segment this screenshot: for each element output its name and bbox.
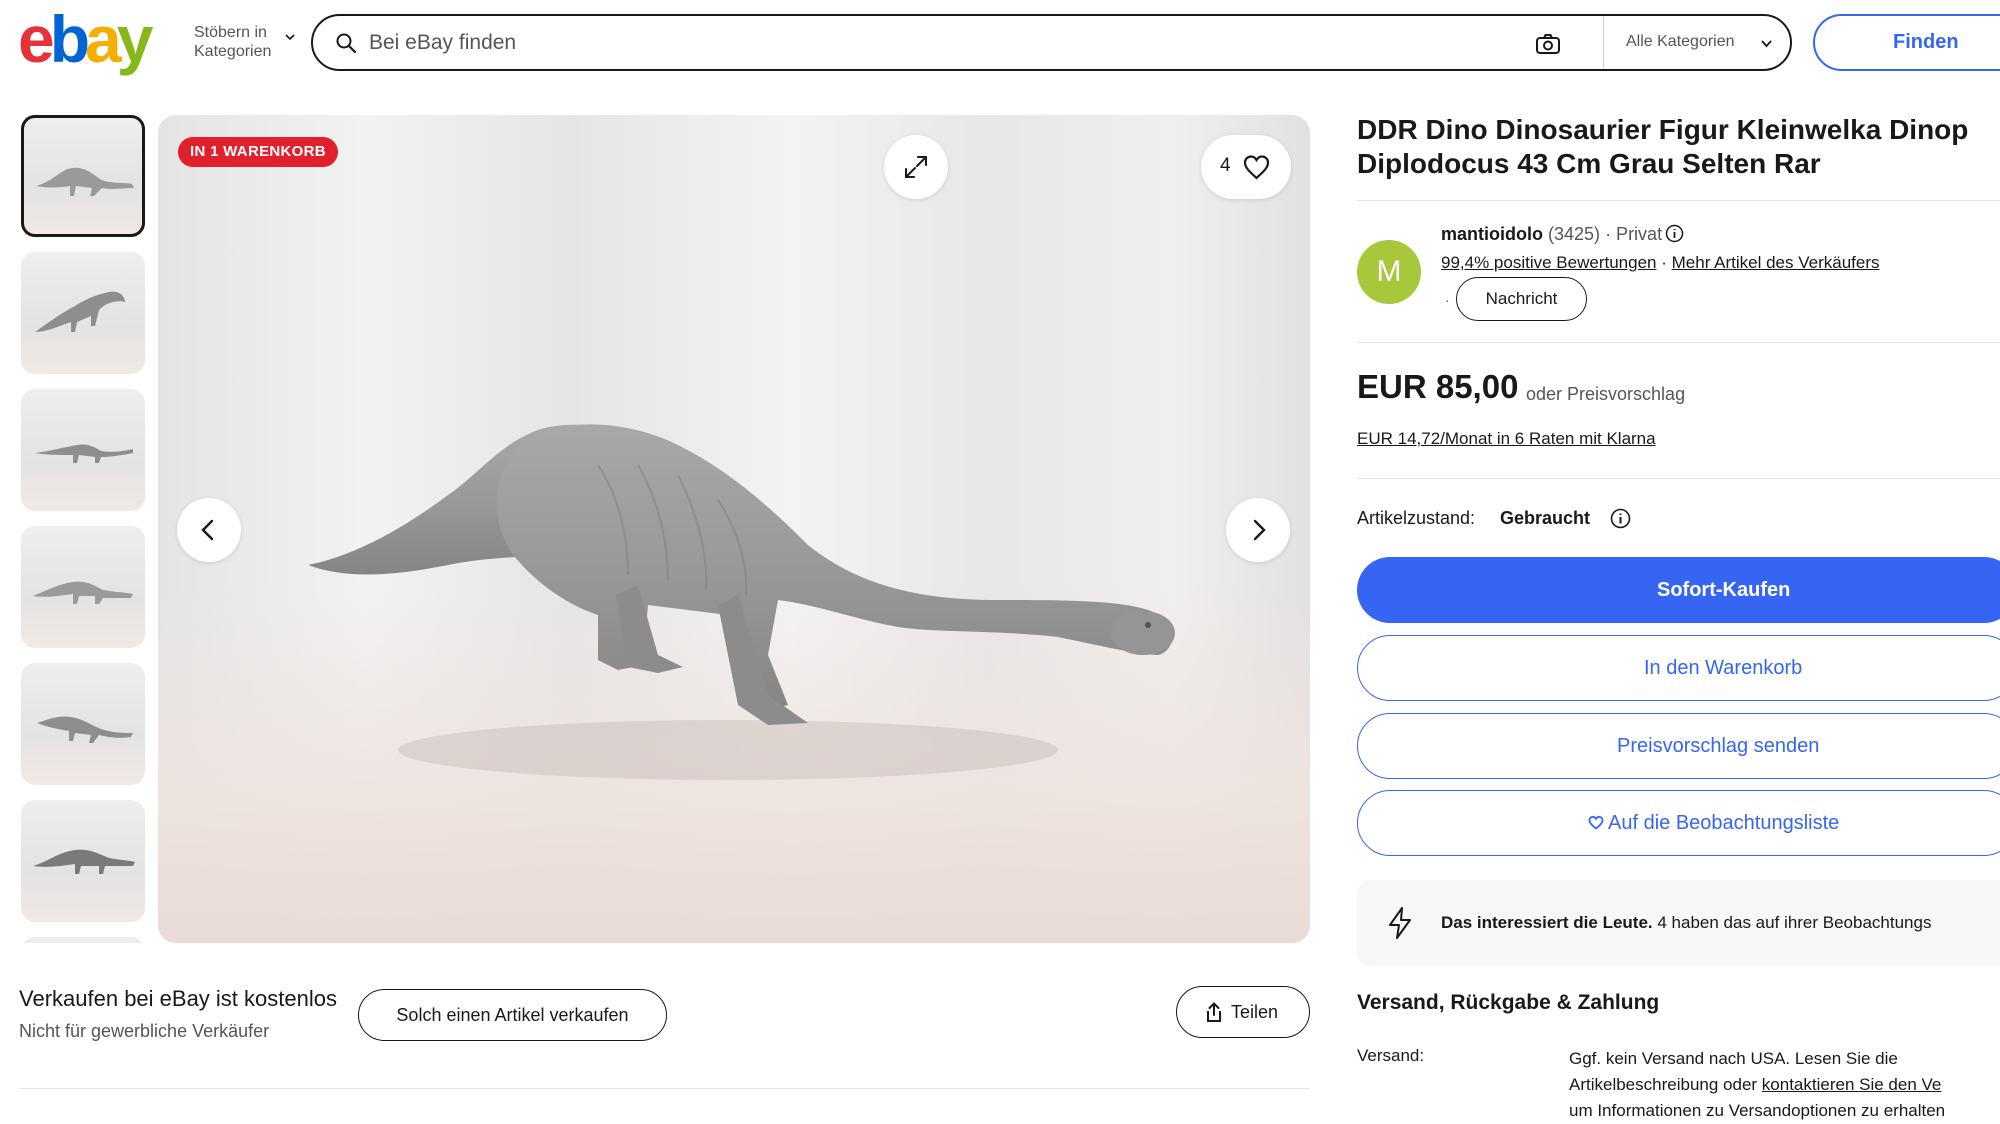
info-icon[interactable] <box>1665 224 1684 243</box>
contact-seller-link[interactable]: kontaktieren Sie den Ve <box>1762 1075 1942 1094</box>
sell-promo-subtitle: Nicht für gewerbliche Verkäufer <box>19 1021 270 1041</box>
share-button[interactable]: Teilen <box>1176 986 1310 1038</box>
add-to-watchlist-button[interactable]: Auf die Beobachtungsliste <box>1357 790 2000 856</box>
logo-letter-a: a <box>85 2 122 76</box>
camera-icon[interactable] <box>1535 32 1561 56</box>
info-icon[interactable] <box>1610 508 1631 529</box>
main-product-image[interactable]: IN 1 WARENKORB 4 <box>158 115 1310 943</box>
listing-title: DDR Dino Dinosaurier Figur Kleinwelka Di… <box>1357 113 2000 181</box>
find-button[interactable]: Finden <box>1813 14 2000 71</box>
shipping-line1: Ggf. kein Versand nach USA. Lesen Sie di… <box>1569 1049 1898 1068</box>
message-separator: · <box>1445 292 1450 308</box>
interest-detail: 4 haben das auf ihrer Beobachtungs <box>1657 913 1932 932</box>
bolt-icon <box>1389 907 1411 939</box>
divider <box>19 1088 1310 1089</box>
seller-name-link[interactable]: mantioidolo <box>1441 224 1543 244</box>
category-select-label: Alle Kategorien <box>1626 33 1735 50</box>
shipping-line2-text: Artikelbeschreibung oder <box>1569 1075 1758 1094</box>
interest-bold: Das interessiert die Leute. <box>1441 913 1653 932</box>
seller-avatar[interactable]: M <box>1357 240 1421 304</box>
make-offer-button[interactable]: Preisvorschlag senden <box>1357 713 2000 779</box>
interest-banner: Das interessiert die Leute. 4 haben das … <box>1357 880 2000 966</box>
divider <box>1357 200 2000 201</box>
seller-links: 99,4% positive Bewertungen · Mehr Artike… <box>1441 253 1880 273</box>
thumbnail-strip[interactable] <box>19 115 147 943</box>
share-icon <box>1207 1002 1221 1022</box>
add-to-cart-button[interactable]: In den Warenkorb <box>1357 635 2000 701</box>
divider <box>1357 478 2000 479</box>
klarna-installments-link[interactable]: EUR 14,72/Monat in 6 Raten mit Klarna <box>1357 429 1656 449</box>
seller-type: · Privat <box>1605 224 1663 244</box>
price-offer-hint: oder Preisvorschlag <box>1526 384 1686 404</box>
condition-value: Gebraucht <box>1500 508 1591 528</box>
seller-feedback-link[interactable]: 99,4% positive Bewertungen <box>1441 253 1656 272</box>
shipping-label: Versand: <box>1357 1046 1425 1065</box>
dino-thumb-image <box>37 716 133 743</box>
message-seller-button[interactable]: Nachricht <box>1456 277 1587 321</box>
logo-letter-b: b <box>49 2 90 76</box>
dino-thumb-image <box>35 291 125 332</box>
buy-now-button[interactable]: Sofort-Kaufen <box>1357 557 2000 623</box>
thumbnail-3[interactable] <box>21 389 145 511</box>
thumbnail-7[interactable] <box>21 937 145 943</box>
thumbnail-6[interactable] <box>21 800 145 922</box>
shipping-text: Ggf. kein Versand nach USA. Lesen Sie di… <box>1569 1046 2000 1124</box>
chevron-down-icon <box>1761 40 1772 48</box>
logo-letter-e: e <box>18 2 55 76</box>
condition-label: Artikelzustand: <box>1357 508 1476 528</box>
watch-button[interactable]: 4 <box>1201 135 1291 199</box>
chevron-right-icon <box>1253 519 1266 541</box>
dino-thumb-image <box>33 849 135 874</box>
share-label: Teilen <box>1231 1002 1279 1022</box>
listing-title-line1: DDR Dino Dinosaurier Figur Kleinwelka Di… <box>1357 114 1969 145</box>
link-separator: · <box>1661 253 1667 272</box>
seller-more-items-link[interactable]: Mehr Artikel des Verkäufers <box>1672 253 1880 272</box>
thumbnail-5[interactable] <box>21 663 145 785</box>
expand-icon <box>905 156 927 178</box>
browse-label-line2: Kategorien <box>194 43 272 60</box>
shipping-section-heading: Versand, Rückgabe & Zahlung <box>1357 991 1660 1014</box>
sell-similar-button[interactable]: Solch einen Artikel verkaufen <box>358 989 667 1041</box>
chevron-left-icon <box>201 519 214 541</box>
watch-count: 4 <box>1220 155 1231 176</box>
next-image-button[interactable] <box>1226 498 1290 562</box>
dino-thumb-image <box>36 167 134 196</box>
dino-thumb-image <box>33 581 133 604</box>
heart-icon <box>1588 815 1604 830</box>
logo-letter-y: y <box>116 2 154 76</box>
thumbnail-1[interactable] <box>21 115 145 237</box>
seller-feedback-count: (3425) <box>1548 224 1601 244</box>
chevron-down-icon[interactable] <box>285 32 295 42</box>
sell-promo-title: Verkaufen bei eBay ist kostenlos <box>19 986 337 1011</box>
category-select[interactable]: Alle Kategorien <box>1603 16 1791 69</box>
ebay-logo[interactable]: ebay <box>18 2 154 76</box>
thumbnail-4[interactable] <box>21 526 145 648</box>
shipping-line3: um Informationen zu Versandoptionen zu e… <box>1569 1101 1946 1120</box>
watchlist-label: Auf die Beobachtungsliste <box>1608 811 1840 834</box>
search-icon <box>336 33 357 54</box>
previous-image-button[interactable] <box>177 498 241 562</box>
browse-label-line1: Stöbern in <box>194 24 267 41</box>
seller-info: mantioidolo (3425) · Privat <box>1441 224 1684 245</box>
search-bar: Alle Kategorien <box>311 14 1792 71</box>
cart-count-badge: IN 1 WARENKORB <box>178 137 338 167</box>
interest-text: Das interessiert die Leute. 4 haben das … <box>1441 913 1931 933</box>
dinosaur-figure-image <box>308 424 1175 780</box>
search-input[interactable] <box>369 26 1519 60</box>
divider <box>1357 342 2000 343</box>
heart-icon <box>1243 155 1270 180</box>
browse-categories-button[interactable]: Stöbern in Kategorien <box>194 23 271 61</box>
price: EUR 85,00 <box>1357 368 1519 405</box>
listing-title-line2: Diplodocus 43 Cm Grau Selten Rar <box>1357 148 1821 179</box>
shipping-line2: Artikelbeschreibung oder kontaktieren Si… <box>1569 1072 2000 1098</box>
expand-image-button[interactable] <box>884 135 948 199</box>
thumbnail-2[interactable] <box>21 252 145 374</box>
dino-thumb-image <box>35 444 133 463</box>
